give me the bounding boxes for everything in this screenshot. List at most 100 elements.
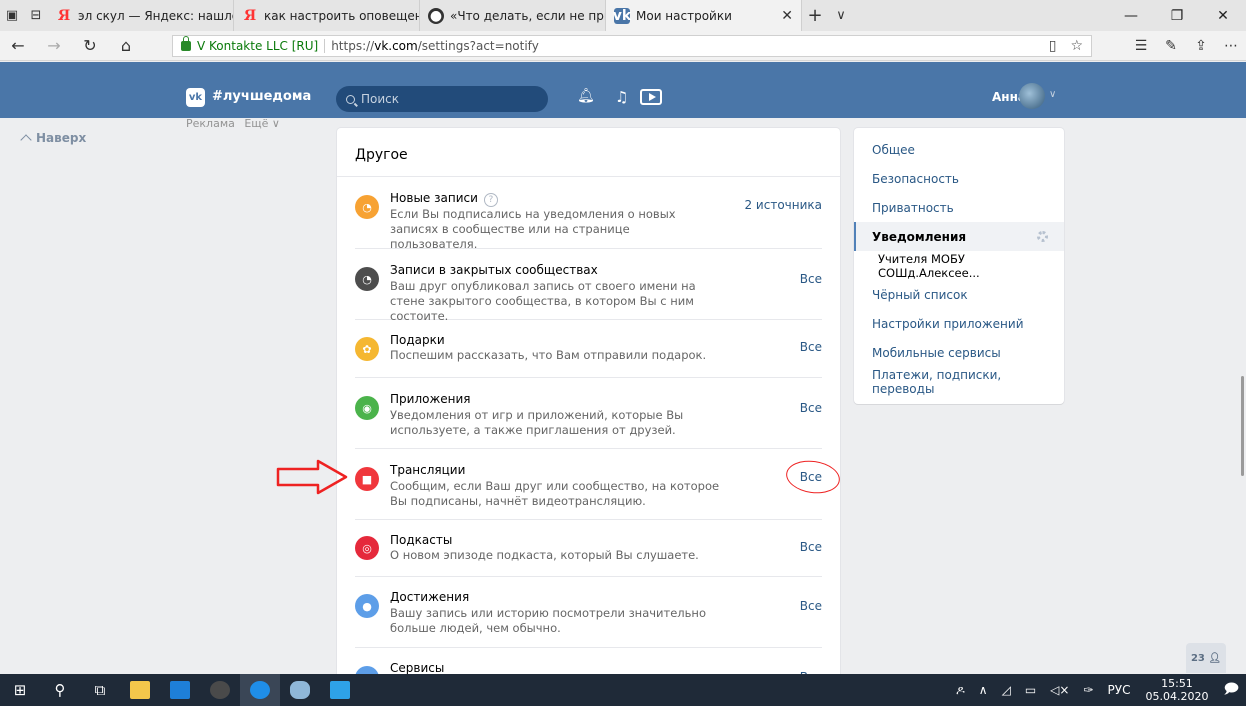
share-icon[interactable]: ⇪ bbox=[1186, 38, 1216, 54]
gear-icon[interactable] bbox=[1037, 231, 1048, 242]
vk-logo-icon[interactable]: vk bbox=[186, 88, 205, 107]
windows-taskbar: ⊞ ⚲ ⧉ ዶ ∧ ◿ ▭ ◁× ✑ РУС 15:51 05.04.2020 … bbox=[0, 674, 1246, 706]
back-arrow-icon[interactable]: ← bbox=[0, 31, 36, 61]
setting-desc: О новом эпизоде подкаста, который Вы слу… bbox=[390, 548, 699, 562]
help-icon[interactable]: ? bbox=[483, 193, 498, 207]
setting-title: Сервисы bbox=[390, 661, 445, 675]
close-tab-icon[interactable]: ✕ bbox=[771, 8, 793, 24]
setting-value-link[interactable]: Все bbox=[800, 401, 822, 415]
refresh-icon[interactable]: ↻ bbox=[72, 31, 108, 61]
tab-label: эл скул — Яндекс: нашлось bbox=[78, 8, 233, 23]
setting-title: Приложения bbox=[390, 392, 471, 406]
browser-tab-3[interactable]: ● «Что делать, если не прихс bbox=[420, 0, 606, 31]
rss-icon: ◔ bbox=[355, 195, 379, 219]
volume-icon[interactable]: ◁× bbox=[1050, 683, 1069, 697]
setting-row-new-posts: ◔ Новые записи? Если Вы подписались на у… bbox=[355, 177, 822, 251]
vk-icon: vk bbox=[612, 7, 632, 24]
more-link[interactable]: Ещё ∨ bbox=[244, 117, 280, 130]
menu-item-notifications[interactable]: Уведомления bbox=[854, 222, 1064, 251]
person-icon: 👤︎ bbox=[1208, 652, 1222, 664]
chevron-up-icon[interactable]: ∧ bbox=[979, 683, 988, 697]
new-tab-button[interactable]: + bbox=[802, 0, 828, 31]
rss-icon: ◔ bbox=[355, 267, 379, 291]
wifi-icon[interactable]: ◿ bbox=[1002, 683, 1011, 697]
setting-title: Подкасты bbox=[390, 533, 453, 547]
setting-value-link[interactable]: Все bbox=[800, 340, 822, 354]
menu-item-general[interactable]: Общее bbox=[854, 135, 1064, 164]
vk-hashtag[interactable]: #лучшедома bbox=[212, 89, 311, 104]
ads-link[interactable]: Реклама bbox=[186, 117, 235, 130]
setting-row-closed-communities: ◔ Записи в закрытых сообществах Ваш друг… bbox=[355, 249, 822, 323]
edge-browser-icon[interactable] bbox=[240, 674, 280, 706]
video-icon: ■ bbox=[355, 467, 379, 491]
windows-start-icon[interactable]: ⊞ bbox=[0, 674, 40, 706]
menu-item-mobile-services[interactable]: Мобильные сервисы bbox=[854, 338, 1064, 367]
more-icon[interactable]: ⋯ bbox=[1216, 38, 1246, 54]
back-to-top-button[interactable]: Наверх bbox=[20, 131, 86, 146]
setting-value-link[interactable]: Все bbox=[800, 272, 822, 286]
clock[interactable]: 15:51 05.04.2020 bbox=[1145, 677, 1208, 703]
file-explorer-icon[interactable] bbox=[120, 674, 160, 706]
people-icon[interactable]: ዶ bbox=[956, 683, 965, 698]
setting-desc: Сообщим, если Ваш друг или сообщество, н… bbox=[390, 479, 720, 508]
setting-value-link[interactable]: 2 источника bbox=[744, 198, 822, 212]
avatar[interactable] bbox=[1019, 83, 1045, 109]
tab-label: Мои настройки bbox=[636, 8, 732, 23]
browser-tab-strip: ▣ ⊟ Я эл скул — Яндекс: нашлось Я как на… bbox=[0, 0, 1246, 31]
gamepad-icon: ◉ bbox=[355, 396, 379, 420]
vk-header: vk #лучшедома Поиск 🔔︎ ♫ Анна ∨ bbox=[0, 62, 1246, 118]
home-icon[interactable]: ⌂ bbox=[108, 31, 144, 61]
search-placeholder: Поиск bbox=[361, 92, 400, 106]
online-counter[interactable]: 23 👤︎ bbox=[1186, 643, 1226, 673]
language-indicator[interactable]: РУС bbox=[1108, 683, 1131, 697]
menu-item-app-settings[interactable]: Настройки приложений bbox=[854, 309, 1064, 338]
scrollbar-thumb[interactable] bbox=[1241, 376, 1244, 476]
setting-title: Достижения bbox=[390, 590, 470, 604]
setting-title: Трансляции bbox=[390, 463, 466, 477]
headphones-icon[interactable] bbox=[200, 674, 240, 706]
achievement-icon: ● bbox=[355, 594, 379, 618]
close-window-icon[interactable]: ✕ bbox=[1200, 0, 1246, 31]
menu-item-community[interactable]: Учителя МОБУ СОШд.Алексее... bbox=[854, 251, 1064, 280]
pen-icon[interactable]: ✎ bbox=[1156, 38, 1186, 54]
setting-value-link[interactable]: Все bbox=[800, 540, 822, 554]
address-bar[interactable]: V Kontakte LLC [RU] https://vk.com/setti… bbox=[172, 35, 1092, 57]
setting-title: Записи в закрытых сообществах bbox=[390, 263, 598, 277]
tab-menu-chevron-icon[interactable]: ∨ bbox=[828, 0, 854, 31]
tab-label: «Что делать, если не прихс bbox=[450, 8, 605, 23]
browser-tab-active[interactable]: vk Мои настройки ✕ bbox=[606, 0, 802, 31]
app-icon[interactable] bbox=[320, 674, 360, 706]
menu-item-payments[interactable]: Платежи, подписки, переводы bbox=[854, 367, 1064, 396]
tab-label: как настроить оповещени: bbox=[264, 8, 420, 23]
favorites-list-icon[interactable]: ☰ bbox=[1126, 38, 1156, 54]
bell-icon[interactable]: 🔔︎ bbox=[577, 88, 595, 104]
menu-item-security[interactable]: Безопасность bbox=[854, 164, 1064, 193]
notifications-icon[interactable]: 🗩︎ bbox=[1223, 678, 1239, 702]
play-icon[interactable] bbox=[640, 89, 662, 105]
forward-arrow-icon[interactable]: → bbox=[36, 31, 72, 61]
setting-value-link[interactable]: Все bbox=[800, 599, 822, 613]
pen-workspace-icon[interactable]: ✑ bbox=[1083, 683, 1093, 697]
setting-row-achievements: ● Достижения Вашу запись или историю пос… bbox=[355, 577, 822, 648]
search-input[interactable]: Поиск bbox=[336, 86, 548, 112]
reading-view-icon[interactable]: ▯ bbox=[1049, 38, 1057, 54]
favorite-star-icon[interactable]: ☆ bbox=[1070, 38, 1083, 54]
set-aside-tabs-icon[interactable]: ⊟ bbox=[24, 0, 48, 31]
paint-icon[interactable] bbox=[280, 674, 320, 706]
task-view-icon[interactable]: ⧉ bbox=[80, 674, 120, 706]
yandex-icon: Я bbox=[57, 7, 71, 24]
minimize-icon[interactable]: — bbox=[1108, 0, 1154, 31]
menu-item-blacklist[interactable]: Чёрный список bbox=[854, 280, 1064, 309]
music-note-icon[interactable]: ♫ bbox=[615, 88, 628, 106]
search-icon[interactable]: ⚲ bbox=[40, 674, 80, 706]
setting-title: Новые записи bbox=[390, 191, 478, 205]
chevron-down-icon[interactable]: ∨ bbox=[1049, 89, 1056, 100]
battery-icon[interactable]: ▭ bbox=[1025, 683, 1036, 697]
browser-tab-1[interactable]: Я эл скул — Яндекс: нашлось bbox=[48, 0, 234, 31]
mail-icon[interactable] bbox=[160, 674, 200, 706]
menu-item-privacy[interactable]: Приватность bbox=[854, 193, 1064, 222]
tab-actions-icon[interactable]: ▣ bbox=[0, 0, 24, 31]
maximize-icon[interactable]: ❐ bbox=[1154, 0, 1200, 31]
setting-desc: Ваш друг опубликовал запись от своего им… bbox=[390, 279, 696, 323]
browser-tab-2[interactable]: Я как настроить оповещени: bbox=[234, 0, 420, 31]
